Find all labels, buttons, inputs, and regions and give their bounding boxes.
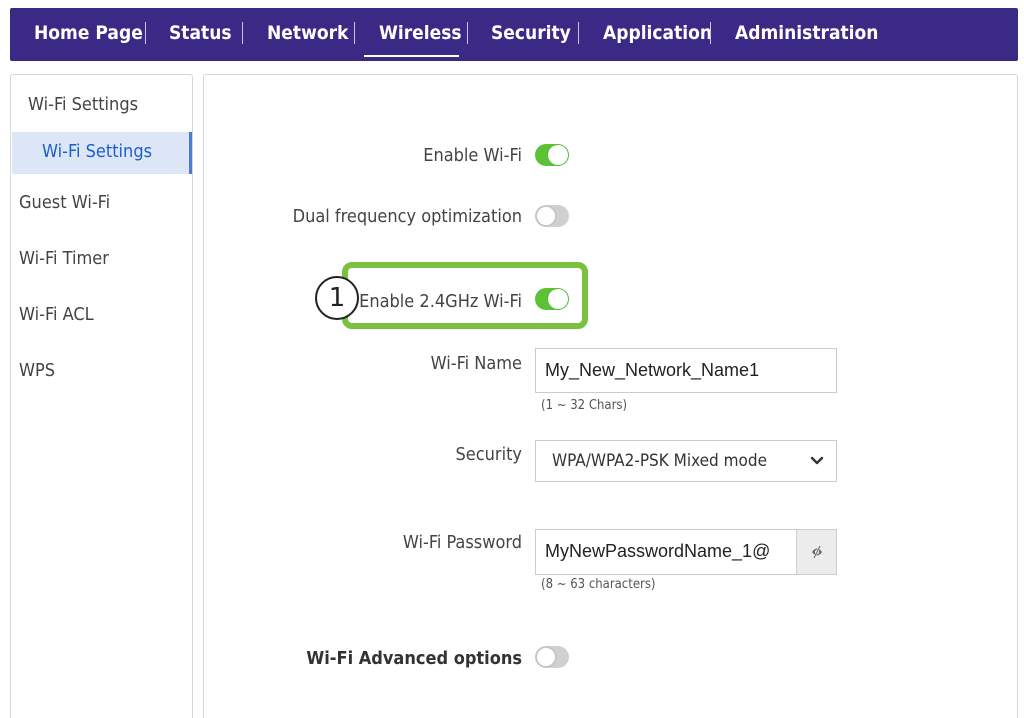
sidebar-item-wps[interactable]: WPS — [19, 360, 55, 381]
nav-separator — [145, 22, 146, 44]
nav-separator — [578, 22, 579, 44]
enable-24ghz-label: Enable 2.4GHz Wi-Fi — [359, 291, 522, 312]
nav-active-indicator — [364, 55, 459, 57]
wifi-password-input[interactable]: MyNewPasswordName_1@ — [535, 529, 797, 575]
sidebar-item-wifi-acl[interactable]: Wi-Fi ACL — [19, 304, 94, 325]
nav-application[interactable]: Application — [603, 8, 712, 61]
wifi-password-label: Wi-Fi Password — [402, 532, 522, 553]
sidebar-item-label: Wi-Fi Settings — [42, 141, 153, 162]
sidebar-item-wifi-timer[interactable]: Wi-Fi Timer — [19, 248, 109, 269]
wifi-name-hint: (1 ~ 32 Chars) — [541, 398, 628, 413]
nav-status[interactable]: Status — [169, 8, 232, 61]
nav-separator — [354, 22, 355, 44]
dual-frequency-label: Dual frequency optimization — [292, 206, 522, 227]
nav-separator — [710, 22, 711, 44]
toggle-knob — [536, 206, 556, 226]
advanced-options-toggle[interactable] — [535, 646, 569, 668]
toggle-knob — [548, 289, 568, 309]
nav-separator — [467, 22, 468, 44]
enable-wifi-toggle[interactable] — [535, 144, 569, 166]
sidebar: Wi-Fi Settings Wi-Fi Settings Guest Wi-F… — [10, 74, 193, 718]
chevron-down-icon — [810, 441, 824, 497]
enable-24ghz-toggle[interactable] — [535, 288, 569, 310]
sidebar-item-wifi-settings[interactable]: Wi-Fi Settings — [12, 132, 192, 174]
step-number-badge: 1 — [315, 276, 359, 320]
sidebar-section-wifi-settings[interactable]: Wi-Fi Settings — [28, 94, 138, 115]
wifi-name-input[interactable]: My_New_Network_Name1 — [535, 348, 837, 393]
nav-network[interactable]: Network — [267, 8, 348, 61]
toggle-knob — [536, 647, 556, 667]
nav-home-page[interactable]: Home Page — [34, 8, 143, 61]
wifi-name-label: Wi-Fi Name — [430, 353, 522, 374]
eye-slash-icon — [809, 544, 825, 564]
toggle-knob — [548, 145, 568, 165]
nav-administration[interactable]: Administration — [735, 8, 878, 61]
security-select[interactable]: WPA/WPA2-PSK Mixed mode — [535, 440, 837, 482]
security-label: Security — [455, 444, 523, 465]
dual-frequency-toggle[interactable] — [535, 205, 569, 227]
sidebar-item-guest-wifi[interactable]: Guest Wi-Fi — [19, 192, 110, 213]
nav-separator — [242, 22, 243, 44]
password-visibility-button[interactable] — [796, 529, 837, 575]
security-selected-value: WPA/WPA2-PSK Mixed mode — [552, 451, 767, 471]
advanced-options-label: Wi-Fi Advanced options — [306, 648, 522, 669]
nav-security[interactable]: Security — [491, 8, 571, 61]
content-panel — [203, 74, 1018, 718]
enable-wifi-label: Enable Wi-Fi — [423, 145, 522, 166]
top-nav-bar: Home Page Status Network Wireless Securi… — [10, 8, 1018, 61]
nav-wireless[interactable]: Wireless — [379, 8, 462, 61]
wifi-password-hint: (8 ~ 63 characters) — [541, 577, 656, 592]
